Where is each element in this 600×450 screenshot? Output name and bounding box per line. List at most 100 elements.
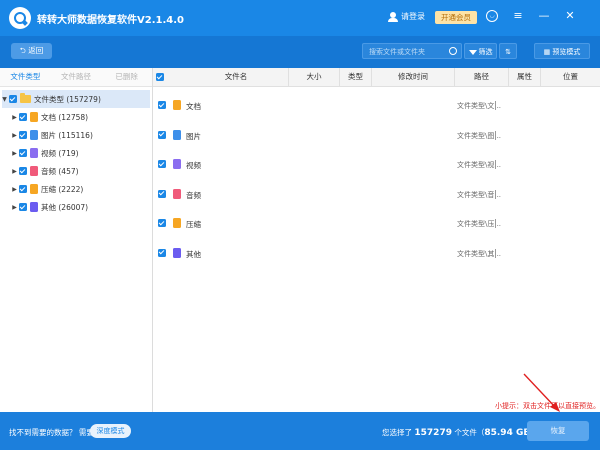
row-checkbox[interactable] — [158, 130, 166, 139]
column-divider — [495, 160, 496, 169]
row-checkbox[interactable] — [158, 160, 166, 168]
tree-root[interactable]: ▼ 文件类型 (157279) — [2, 90, 150, 108]
toolbar: ⮌ 返回 搜索文件或文件夹 筛选 ⇅ ▦ 预览模式 — [0, 36, 600, 68]
login-link[interactable]: 请登录 — [388, 11, 425, 22]
expand-down-icon[interactable]: ▼ — [2, 96, 7, 103]
tab-file-path[interactable]: 文件路径 — [51, 68, 102, 86]
expand-right-icon[interactable]: ▶ — [12, 150, 17, 157]
row-checkbox[interactable] — [158, 219, 166, 227]
column-size[interactable]: 大小 — [288, 68, 339, 86]
root-checkbox[interactable] — [9, 95, 17, 103]
sort-button[interactable]: ⇅ — [499, 43, 517, 59]
filter-icon — [468, 49, 477, 55]
expand-right-icon[interactable]: ▶ — [12, 186, 17, 193]
file-list: 文件名 大小 类型 修改时间 路径 属性 位置 文档 文件类型\文... 图片 文件类… — [153, 68, 600, 412]
audio-icon — [173, 188, 181, 199]
back-button[interactable]: ⮌ 返回 — [11, 43, 52, 59]
table-row[interactable]: 其他 文件类型\其... — [153, 239, 600, 268]
video-icon — [30, 148, 38, 158]
table-header: 文件名 大小 类型 修改时间 路径 属性 位置 — [153, 68, 600, 87]
tree-item-checkbox[interactable] — [19, 113, 27, 121]
archive-icon — [30, 184, 38, 194]
row-checkbox[interactable] — [158, 189, 166, 198]
not-found-text: 找不到需要的数据？ 需要 — [9, 428, 94, 437]
selected-size: 85.94 GB — [484, 428, 531, 438]
other-file-icon — [173, 247, 181, 258]
tree-item-label: 音频 (457) — [41, 166, 79, 176]
search-icon[interactable] — [449, 47, 457, 55]
sort-icon: ⇅ — [505, 48, 511, 56]
filter-button[interactable]: 筛选 — [464, 43, 497, 59]
tab-file-type[interactable]: 文件类型 — [0, 68, 51, 86]
tree-item-checkbox[interactable] — [19, 203, 27, 211]
sidebar: 文件类型 文件路径 已删除 ▼ 文件类型 (157279) ▶ 文档 (12758… — [0, 68, 153, 412]
user-icon — [388, 11, 398, 22]
selected-count: 157279 — [414, 428, 452, 438]
deep-scan-button[interactable]: 深度模式 — [90, 424, 131, 438]
expand-right-icon[interactable]: ▶ — [12, 204, 17, 211]
vip-button[interactable]: 开通会员 — [435, 11, 477, 24]
sidebar-tabs: 文件类型 文件路径 已删除 — [0, 68, 152, 87]
tree-item-label: 图片 (115116) — [41, 130, 93, 140]
column-divider — [495, 219, 496, 228]
tree-item-checkbox[interactable] — [19, 185, 27, 193]
column-divider — [495, 130, 496, 140]
title-bar: 转转大师数据恢复软件V2.1.4.0 请登录 开通会员 ◡ ≡ — ✕ — [0, 0, 600, 36]
other-file-icon — [30, 202, 38, 212]
column-attribute[interactable]: 属性 — [508, 68, 540, 86]
document-icon — [30, 112, 38, 122]
tree-item-label: 文档 (12758) — [41, 112, 89, 122]
expand-right-icon[interactable]: ▶ — [12, 132, 17, 139]
annotation-arrow — [523, 373, 560, 412]
login-label: 请登录 — [401, 12, 425, 21]
tree-item-checkbox[interactable] — [19, 131, 27, 139]
column-divider — [495, 101, 496, 110]
archive-icon — [173, 218, 181, 228]
column-path[interactable]: 路径 — [454, 68, 508, 86]
document-icon — [173, 100, 181, 110]
recover-button[interactable]: 恢复 — [527, 421, 589, 441]
table-row[interactable]: 图片 文件类型\图... — [153, 121, 600, 150]
app-title: 转转大师数据恢复软件V2.1.4.0 — [37, 15, 184, 26]
file-name: 文档 — [186, 102, 201, 111]
tree-item[interactable]: ▶ 图片 (115116) — [0, 126, 152, 144]
close-icon[interactable]: ✕ — [564, 10, 576, 22]
back-label: 返回 — [28, 46, 44, 55]
expand-right-icon[interactable]: ▶ — [12, 114, 17, 121]
tree-root-label: 文件类型 (157279) — [34, 94, 101, 104]
table-row[interactable]: 视频 文件类型\视... — [153, 150, 600, 179]
row-checkbox[interactable] — [158, 248, 166, 257]
table-row[interactable]: 压缩 文件类型\压... — [153, 209, 600, 238]
column-type[interactable]: 类型 — [339, 68, 371, 86]
tree-item-checkbox[interactable] — [19, 149, 27, 157]
search-input[interactable]: 搜索文件或文件夹 — [362, 43, 462, 59]
table-row[interactable]: 音频 文件类型\音... — [153, 180, 600, 209]
preview-mode-button[interactable]: ▦ 预览模式 — [534, 43, 590, 59]
minimize-icon[interactable]: — — [538, 10, 550, 22]
tree-item-checkbox[interactable] — [19, 167, 27, 175]
file-name: 视频 — [186, 161, 201, 170]
tab-deleted[interactable]: 已删除 — [101, 68, 152, 86]
file-name: 压缩 — [186, 220, 201, 229]
column-location[interactable]: 位置 — [540, 68, 600, 86]
table-row[interactable]: 文档 文件类型\文... — [153, 91, 600, 120]
select-all-checkbox[interactable] — [156, 73, 164, 81]
tree-item[interactable]: ▶ 视频 (719) — [0, 144, 152, 162]
expand-right-icon[interactable]: ▶ — [12, 168, 17, 175]
column-name[interactable]: 文件名 — [168, 68, 304, 86]
tree-item[interactable]: ▶ 音频 (457) — [0, 162, 152, 180]
tree-item[interactable]: ▶ 其他 (26007) — [0, 198, 152, 216]
row-checkbox[interactable] — [158, 101, 166, 109]
column-divider — [495, 189, 496, 199]
tree-item[interactable]: ▶ 文档 (12758) — [0, 108, 152, 126]
feedback-icon[interactable]: ◡ — [486, 10, 498, 22]
search-placeholder: 搜索文件或文件夹 — [369, 48, 425, 56]
folder-icon — [20, 93, 31, 103]
app-logo-icon — [9, 7, 31, 29]
column-modified[interactable]: 修改时间 — [371, 68, 454, 86]
tree-item[interactable]: ▶ 压缩 (2222) — [0, 180, 152, 198]
preview-label: 预览模式 — [552, 48, 581, 56]
file-type-tree: ▼ 文件类型 (157279) ▶ 文档 (12758) ▶ 图片 (115116) ▶… — [0, 87, 152, 216]
back-icon: ⮌ — [19, 46, 29, 55]
menu-icon[interactable]: ≡ — [512, 10, 524, 22]
